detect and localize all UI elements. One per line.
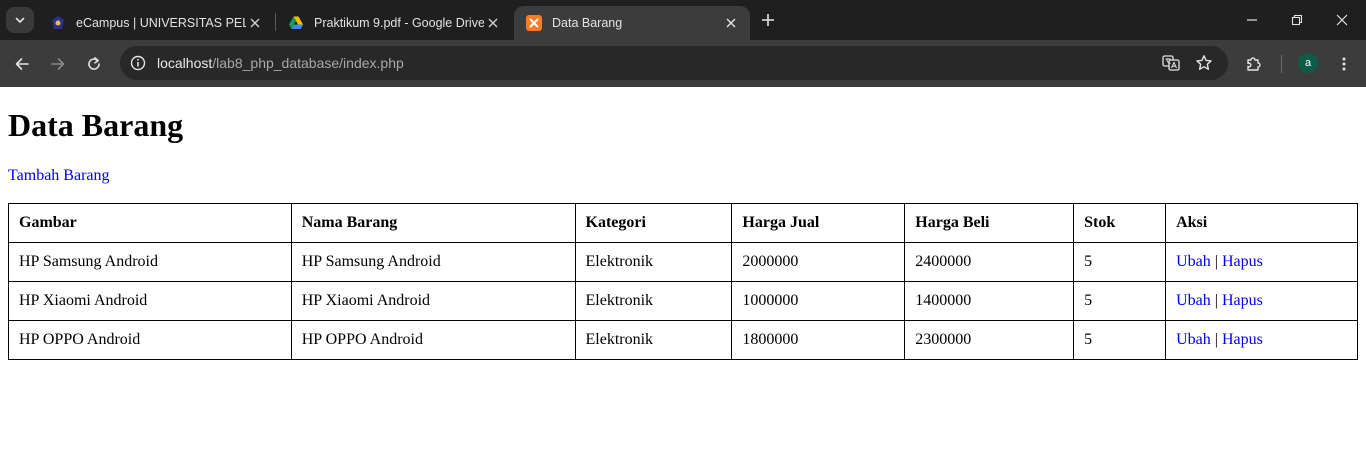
cell-nama-barang: HP OPPO Android	[290, 320, 576, 360]
edit-link[interactable]: Ubah	[1176, 292, 1211, 309]
puzzle-icon	[1247, 57, 1261, 71]
table-header-row: Gambar Nama Barang Kategori Harga Jual H…	[8, 203, 1358, 243]
cell-harga-jual: 1800000	[731, 320, 906, 360]
items-table: Gambar Nama Barang Kategori Harga Jual H…	[8, 203, 1358, 360]
url-text[interactable]: localhost/lab8_php_database/index.php	[157, 55, 404, 71]
cell-gambar: HP Samsung Android	[8, 242, 292, 282]
tab-strip: eCampus | UNIVERSITAS PELITA Praktikum 9…	[0, 0, 1366, 40]
chevron-down-icon	[15, 17, 25, 23]
edit-link[interactable]: Ubah	[1176, 331, 1211, 348]
header-kategori: Kategori	[574, 203, 733, 243]
cell-harga-beli: 2400000	[904, 242, 1075, 282]
table-row: HP Samsung Android HP Samsung Android El…	[8, 242, 1358, 282]
action-separator: |	[1214, 253, 1218, 270]
back-button[interactable]	[9, 51, 35, 77]
cell-harga-jual: 1000000	[731, 281, 906, 321]
toolbar-divider	[1281, 55, 1282, 73]
minimize-icon	[1247, 19, 1257, 21]
tab-title: eCampus | UNIVERSITAS PELITA	[76, 16, 246, 30]
url-path: /lab8_php_database/index.php	[212, 55, 404, 71]
reload-button[interactable]	[81, 51, 107, 77]
cell-stok: 5	[1073, 242, 1167, 282]
arrow-left-icon	[15, 58, 29, 70]
google-drive-icon	[288, 15, 304, 31]
cell-aksi: Ubah | Hapus	[1165, 320, 1358, 360]
kebab-menu-icon	[1342, 57, 1346, 71]
browser-toolbar: localhost/lab8_php_database/index.php a	[0, 40, 1366, 87]
bookmark-star-icon[interactable]	[1194, 53, 1214, 73]
plus-icon	[762, 14, 774, 26]
address-bar[interactable]: localhost/lab8_php_database/index.php	[120, 46, 1228, 80]
tab-google-drive[interactable]: Praktikum 9.pdf - Google Drive	[276, 6, 512, 40]
close-tab-icon[interactable]	[484, 14, 502, 32]
cell-stok: 5	[1073, 320, 1167, 360]
minimize-button[interactable]	[1232, 8, 1272, 32]
add-item-link[interactable]: Tambah Barang	[8, 167, 110, 185]
header-harga-beli: Harga Beli	[904, 203, 1075, 243]
site-info-icon[interactable]	[129, 54, 147, 72]
close-window-button[interactable]	[1322, 8, 1362, 32]
url-host: localhost	[157, 55, 213, 71]
header-harga-jual: Harga Jual	[731, 203, 906, 243]
cell-harga-beli: 1400000	[904, 281, 1075, 321]
table-row: HP Xiaomi Android HP Xiaomi Android Elek…	[8, 281, 1358, 321]
page-title: Data Barang	[8, 107, 184, 143]
extensions-button[interactable]	[1241, 51, 1267, 77]
delete-link[interactable]: Hapus	[1222, 331, 1263, 348]
close-tab-icon[interactable]	[246, 14, 264, 32]
action-separator: |	[1214, 292, 1218, 309]
restore-icon	[1291, 14, 1303, 26]
tab-data-barang[interactable]: Data Barang	[514, 6, 750, 40]
delete-link[interactable]: Hapus	[1222, 253, 1263, 270]
tab-search-button[interactable]	[6, 7, 34, 33]
tab-title: Praktikum 9.pdf - Google Drive	[314, 16, 484, 30]
forward-button[interactable]	[45, 51, 71, 77]
cell-gambar: HP OPPO Android	[8, 320, 292, 360]
close-tab-icon[interactable]	[722, 14, 740, 32]
header-gambar: Gambar	[8, 203, 292, 243]
cell-harga-beli: 2300000	[904, 320, 1075, 360]
edit-link[interactable]: Ubah	[1176, 253, 1211, 270]
header-nama-barang: Nama Barang	[290, 203, 576, 243]
header-aksi: Aksi	[1165, 203, 1358, 243]
translate-icon[interactable]	[1161, 53, 1181, 73]
cell-aksi: Ubah | Hapus	[1165, 281, 1358, 321]
xampp-icon	[526, 15, 542, 31]
arrow-right-icon	[51, 58, 65, 70]
header-stok: Stok	[1073, 203, 1167, 243]
new-tab-button[interactable]	[757, 9, 779, 31]
cell-kategori: Elektronik	[574, 320, 733, 360]
cell-kategori: Elektronik	[574, 281, 733, 321]
cell-nama-barang: HP Xiaomi Android	[290, 281, 576, 321]
cell-harga-jual: 2000000	[731, 242, 906, 282]
restore-button[interactable]	[1277, 8, 1317, 32]
table-row: HP OPPO Android HP OPPO Android Elektron…	[8, 320, 1358, 360]
browser-menu-button[interactable]	[1331, 51, 1357, 77]
delete-link[interactable]: Hapus	[1222, 292, 1263, 309]
cell-gambar: HP Xiaomi Android	[8, 281, 292, 321]
ecampus-favicon-icon	[50, 15, 66, 31]
close-icon	[1336, 14, 1348, 26]
profile-avatar[interactable]: a	[1298, 53, 1318, 73]
tab-ecampus[interactable]: eCampus | UNIVERSITAS PELITA	[38, 6, 274, 40]
reload-icon	[88, 57, 100, 70]
action-separator: |	[1214, 331, 1218, 348]
cell-kategori: Elektronik	[574, 242, 733, 282]
cell-stok: 5	[1073, 281, 1167, 321]
page-content: Data Barang Tambah Barang Gambar Nama Ba…	[0, 87, 1366, 469]
cell-nama-barang: HP Samsung Android	[290, 242, 576, 282]
tab-title: Data Barang	[552, 16, 623, 30]
cell-aksi: Ubah | Hapus	[1165, 242, 1358, 282]
